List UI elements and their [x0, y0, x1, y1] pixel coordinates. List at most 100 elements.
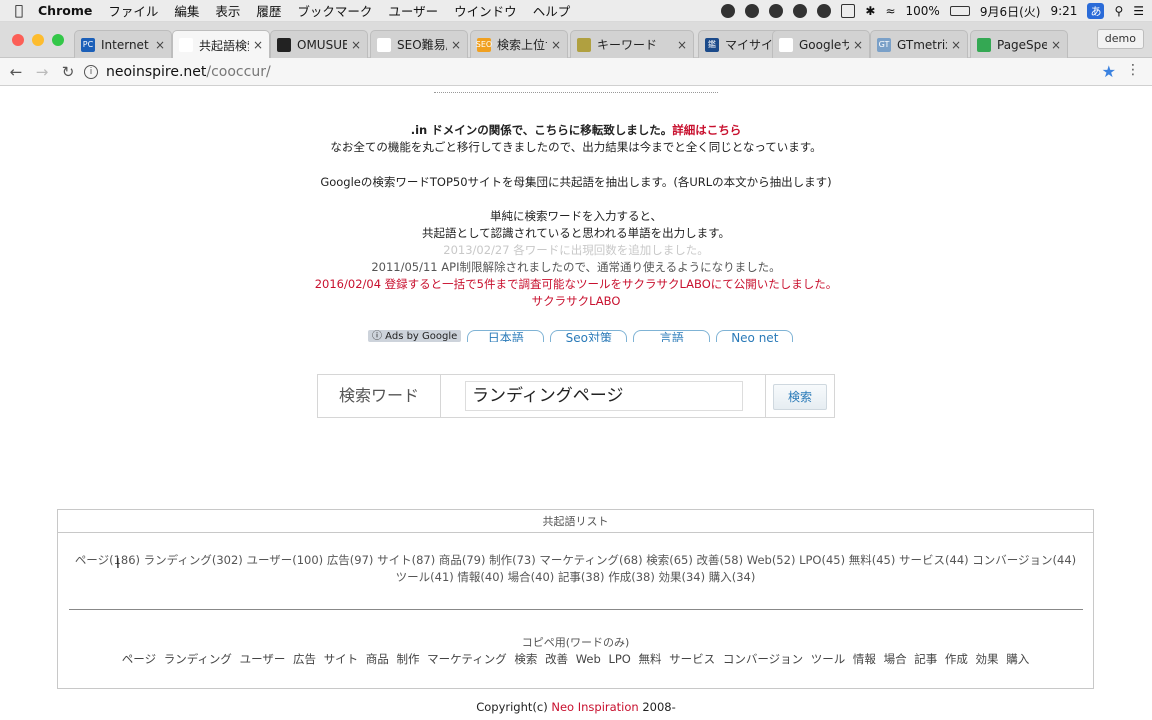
- tab-favicon-icon: PC: [81, 37, 95, 52]
- cooccurrence-heading: 共起語リスト: [58, 510, 1093, 533]
- tab-title: GTmetrix: [897, 37, 947, 52]
- details-link[interactable]: 詳細はこちら: [672, 123, 741, 137]
- copy-word: 商品: [365, 652, 389, 666]
- site-info-icon[interactable]: i: [84, 65, 98, 79]
- copy-word: サイト: [323, 652, 359, 666]
- input-method-icon[interactable]: あ: [1087, 3, 1105, 19]
- tab-close-icon[interactable]: ×: [451, 38, 461, 52]
- bookmark-star-icon[interactable]: ★: [1102, 62, 1116, 81]
- creative-cloud-icon[interactable]: [817, 4, 832, 18]
- cooccurrence-word: 広告(97): [326, 553, 374, 567]
- browser-tab[interactable]: Googleサ ×: [772, 30, 870, 58]
- copy-word: ツール: [810, 652, 846, 666]
- browser-tab[interactable]: OMUSUBI ×: [270, 30, 368, 58]
- notification-center-icon[interactable]: ☰: [1133, 4, 1144, 18]
- back-arrow-icon[interactable]: ←: [6, 63, 26, 81]
- dropbox-icon[interactable]: [745, 4, 760, 18]
- browser-tab[interactable]: PC Internet A ×: [74, 30, 172, 58]
- ad-link[interactable]: Seo対策: [550, 330, 628, 342]
- window-icon[interactable]: [841, 4, 856, 18]
- browser-tab[interactable]: SEO難易度 ×: [370, 30, 468, 58]
- ad-link[interactable]: 言語: [633, 330, 711, 342]
- menubar-time[interactable]: 9:21: [1050, 4, 1077, 18]
- tab-close-icon[interactable]: ×: [551, 38, 561, 52]
- battery-icon[interactable]: [949, 6, 970, 16]
- copy-word: 作成: [944, 652, 968, 666]
- apple-menu-icon[interactable]: : [0, 3, 38, 19]
- tab-close-icon[interactable]: ×: [351, 38, 361, 52]
- address-bar[interactable]: i neoinspire.net/cooccur/: [84, 61, 1120, 83]
- tab-favicon-icon: GT: [877, 37, 891, 52]
- brand-link[interactable]: Neo Inspiration: [551, 700, 638, 714]
- menu-file[interactable]: ファイル: [108, 1, 158, 20]
- copy-word: 無料: [638, 652, 662, 666]
- macos-menubar:  Chrome ファイル 編集 表示 履歴 ブックマーク ユーザー ウインドウ…: [0, 0, 1152, 22]
- menubar-tray: ✱ ≈ 100% 9月6日(火) 9:21 あ ⚲ ☰: [721, 0, 1144, 22]
- copyright-suffix: 2008-: [638, 700, 676, 714]
- copy-word-list[interactable]: ページ ランディング ユーザー 広告 サイト 商品 制作 マーケティング 検索 …: [58, 651, 1093, 667]
- browser-tab[interactable]: GT GTmetrix ×: [870, 30, 968, 58]
- copy-word: 広告: [293, 652, 317, 666]
- minimize-window-button[interactable]: [32, 34, 44, 46]
- ad-links-row: ⓘ Ads by Google 日本語 Seo対策 言語 Neo net: [368, 330, 794, 342]
- tab-close-icon[interactable]: ×: [253, 38, 263, 52]
- cooccurrence-word: ユーザー(100): [246, 553, 324, 567]
- menu-view[interactable]: 表示: [215, 1, 240, 20]
- tab-title: マイサイト: [725, 38, 775, 52]
- copy-word: 購入: [1006, 652, 1030, 666]
- update-2013: 2013/02/27 各ワードに出現回数を追加しました。: [443, 243, 709, 257]
- profile-button[interactable]: demo: [1096, 29, 1144, 49]
- cooccurrence-word: 改善(58): [696, 553, 744, 567]
- copy-word: LPO: [608, 652, 631, 666]
- cooccurrence-word: 無料(45): [848, 553, 896, 567]
- cooccurrence-word: サービス(44): [899, 553, 969, 567]
- menu-bookmarks[interactable]: ブックマーク: [297, 1, 372, 20]
- ad-link[interactable]: Neo net: [716, 330, 794, 342]
- dotted-divider: [434, 92, 718, 93]
- menu-people[interactable]: ユーザー: [388, 1, 438, 20]
- tab-close-icon[interactable]: ×: [951, 38, 961, 52]
- browser-tab[interactable]: キーワード ×: [570, 30, 694, 58]
- tab-favicon-icon: [977, 37, 991, 52]
- close-window-button[interactable]: [12, 34, 24, 46]
- search-button[interactable]: 検索: [773, 384, 827, 410]
- search-form: 検索ワード ランディングページ 検索: [317, 374, 835, 418]
- copy-word: 改善: [545, 652, 569, 666]
- menubar-date[interactable]: 9月6日(火): [980, 3, 1041, 20]
- copy-word: Web: [575, 652, 601, 666]
- menu-history[interactable]: 履歴: [256, 1, 281, 20]
- sakurasaku-labo-link-text[interactable]: サクラサクLABO: [532, 294, 621, 308]
- tab-favicon-icon: [377, 37, 391, 52]
- line-icon[interactable]: [769, 4, 784, 18]
- migration-note: なお全ての機能を丸ごと移行してきましたので、出力結果は今までと全く同じとなってい…: [330, 140, 822, 154]
- browser-toolbar: ← → ↻ i neoinspire.net/cooccur/: [0, 58, 1152, 86]
- wifi-icon[interactable]: ≈: [885, 4, 895, 18]
- zoom-window-button[interactable]: [52, 34, 64, 46]
- menu-edit[interactable]: 編集: [174, 1, 199, 20]
- menu-app-name[interactable]: Chrome: [38, 3, 92, 18]
- tab-title: Internet A: [101, 37, 151, 52]
- menu-window[interactable]: ウインドウ: [454, 1, 517, 20]
- reload-icon[interactable]: ↻: [58, 63, 78, 81]
- ad-link[interactable]: 日本語: [467, 330, 545, 342]
- tab-close-icon[interactable]: ×: [677, 38, 687, 52]
- bluetooth-icon[interactable]: ✱: [865, 4, 875, 18]
- cloud-icon[interactable]: [793, 4, 808, 18]
- tab-close-icon[interactable]: ×: [1051, 38, 1061, 52]
- browser-tab[interactable]: PageSpee ×: [970, 30, 1068, 58]
- chrome-menu-icon[interactable]: ⋮: [1126, 62, 1140, 78]
- search-input[interactable]: ランディングページ: [465, 381, 743, 411]
- record-icon[interactable]: [721, 4, 736, 18]
- page-content: .in ドメインの関係で、こちらに移転致しました。詳細はこちら なお全ての機能を…: [0, 86, 1152, 720]
- tab-close-icon[interactable]: ×: [853, 38, 863, 52]
- forward-arrow-icon[interactable]: →: [32, 63, 52, 81]
- spotlight-search-icon[interactable]: ⚲: [1114, 4, 1123, 18]
- tab-close-icon[interactable]: ×: [155, 38, 165, 52]
- tab-title: OMUSUBI: [297, 37, 347, 52]
- tab-favicon-icon: SEO: [476, 37, 492, 52]
- copy-word: ランディング: [163, 652, 232, 666]
- browser-tab[interactable]: SEO 検索上位サ ×: [470, 30, 568, 58]
- ads-by-google-label[interactable]: ⓘ Ads by Google: [368, 330, 462, 342]
- browser-tab[interactable]: 共起語検索 ×: [172, 30, 270, 59]
- menu-help[interactable]: ヘルプ: [533, 1, 571, 20]
